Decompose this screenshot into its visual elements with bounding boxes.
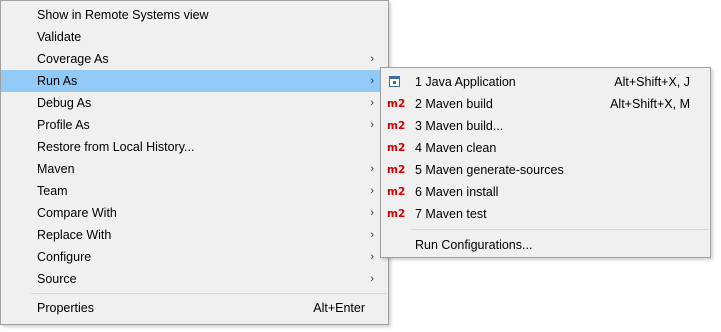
menu-item-maven[interactable]: Maven › bbox=[1, 158, 388, 180]
menu-item-validate[interactable]: Validate bbox=[1, 26, 388, 48]
submenu-item-shortcut: Alt+Shift+X, M bbox=[610, 97, 690, 111]
menu-item-label: Team bbox=[37, 184, 68, 198]
maven-m2-icon: m2 bbox=[387, 164, 406, 176]
menu-item-label: Validate bbox=[37, 30, 82, 44]
menu-item-profile-as[interactable]: Profile As › bbox=[1, 114, 388, 136]
submenu-item-label: 3 Maven build... bbox=[415, 119, 504, 133]
menu-item-label: Replace With bbox=[37, 228, 112, 242]
maven-m2-icon: m2 bbox=[387, 98, 406, 110]
menu-item-label: Properties bbox=[37, 301, 94, 315]
menu-item-source[interactable]: Source › bbox=[1, 268, 388, 290]
chevron-right-icon: › bbox=[370, 119, 374, 131]
context-menu: Show in Remote Systems view Validate Cov… bbox=[0, 0, 389, 325]
menu-item-label: Show in Remote Systems view bbox=[37, 8, 209, 22]
maven-m2-icon: m2 bbox=[387, 186, 406, 198]
chevron-right-icon: › bbox=[370, 53, 374, 65]
menu-item-label: Debug As bbox=[37, 96, 92, 110]
menu-item-restore-local-history[interactable]: Restore from Local History... bbox=[1, 136, 388, 158]
submenu-item-maven-build-dialog[interactable]: m2 3 Maven build... bbox=[381, 115, 710, 137]
chevron-right-icon: › bbox=[370, 163, 374, 175]
menu-item-show-in-remote-systems[interactable]: Show in Remote Systems view bbox=[1, 4, 388, 26]
chevron-right-icon: › bbox=[370, 75, 374, 87]
submenu-item-label: 1 Java Application bbox=[415, 75, 516, 89]
menu-item-label: Run As bbox=[37, 74, 78, 88]
submenu-item-maven-build[interactable]: m2 2 Maven build Alt+Shift+X, M bbox=[381, 93, 710, 115]
menu-item-label: Source bbox=[37, 272, 77, 286]
submenu-item-maven-test[interactable]: m2 7 Maven test bbox=[381, 203, 710, 225]
submenu-item-run-configurations[interactable]: Run Configurations... bbox=[381, 234, 710, 256]
submenu-item-label: 6 Maven install bbox=[415, 185, 499, 199]
menu-item-label: Coverage As bbox=[37, 52, 109, 66]
chevron-right-icon: › bbox=[370, 273, 374, 285]
maven-m2-icon: m2 bbox=[387, 208, 406, 220]
submenu-item-maven-install[interactable]: m2 6 Maven install bbox=[381, 181, 710, 203]
chevron-right-icon: › bbox=[370, 185, 374, 197]
menu-item-label: Compare With bbox=[37, 206, 117, 220]
submenu-separator bbox=[411, 229, 709, 230]
menu-item-label: Profile As bbox=[37, 118, 90, 132]
chevron-right-icon: › bbox=[370, 207, 374, 219]
maven-m2-icon: m2 bbox=[387, 142, 406, 154]
submenu-item-label: 7 Maven test bbox=[415, 207, 487, 221]
maven-m2-icon: m2 bbox=[387, 120, 406, 132]
submenu-item-label: 2 Maven build bbox=[415, 97, 493, 111]
submenu-item-label: Run Configurations... bbox=[415, 238, 533, 252]
chevron-right-icon: › bbox=[370, 251, 374, 263]
chevron-right-icon: › bbox=[370, 97, 374, 109]
submenu-item-java-application[interactable]: 1 Java Application Alt+Shift+X, J bbox=[381, 71, 710, 93]
menu-separator bbox=[31, 293, 387, 294]
menu-item-label: Restore from Local History... bbox=[37, 140, 195, 154]
submenu-item-shortcut: Alt+Shift+X, J bbox=[614, 75, 690, 89]
chevron-right-icon: › bbox=[370, 229, 374, 241]
menu-item-compare-with[interactable]: Compare With › bbox=[1, 202, 388, 224]
run-as-submenu: 1 Java Application Alt+Shift+X, J m2 2 M… bbox=[380, 67, 711, 258]
menu-item-label: Configure bbox=[37, 250, 92, 264]
menu-item-label: Maven bbox=[37, 162, 75, 176]
submenu-item-maven-generate-sources[interactable]: m2 5 Maven generate-sources bbox=[381, 159, 710, 181]
menu-item-run-as[interactable]: Run As › bbox=[1, 70, 388, 92]
submenu-item-maven-clean[interactable]: m2 4 Maven clean bbox=[381, 137, 710, 159]
menu-item-replace-with[interactable]: Replace With › bbox=[1, 224, 388, 246]
submenu-item-label: 4 Maven clean bbox=[415, 141, 497, 155]
menu-item-team[interactable]: Team › bbox=[1, 180, 388, 202]
menu-item-coverage-as[interactable]: Coverage As › bbox=[1, 48, 388, 70]
context-menu-stage: Show in Remote Systems view Validate Cov… bbox=[0, 0, 721, 332]
menu-item-shortcut: Alt+Enter bbox=[313, 301, 365, 315]
java-app-icon bbox=[389, 76, 400, 87]
menu-item-debug-as[interactable]: Debug As › bbox=[1, 92, 388, 114]
menu-item-properties[interactable]: Properties Alt+Enter bbox=[1, 297, 388, 319]
menu-item-configure[interactable]: Configure › bbox=[1, 246, 388, 268]
submenu-item-label: 5 Maven generate-sources bbox=[415, 163, 564, 177]
